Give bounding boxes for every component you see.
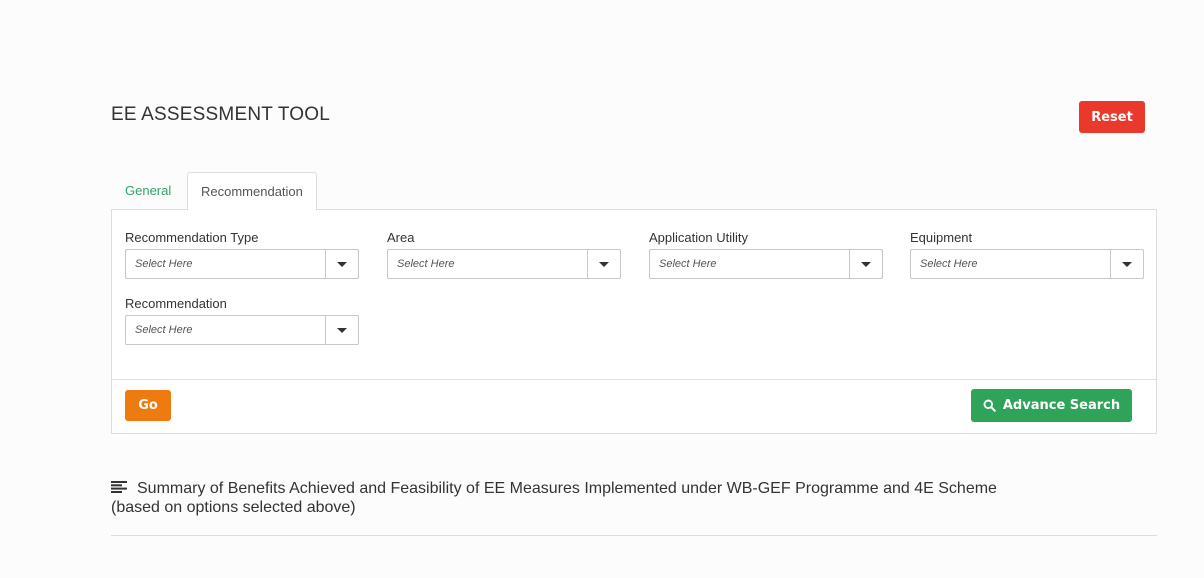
application-utility-value: Select Here xyxy=(659,258,717,270)
recommendation-type-label: Recommendation Type xyxy=(125,230,259,245)
summary-heading: Summary of Benefits Achieved and Feasibi… xyxy=(111,479,997,517)
recommendation-type-value: Select Here xyxy=(135,258,193,270)
page: EE ASSESSMENT TOOL Reset General Recomme… xyxy=(0,0,1204,578)
recommendation-type-select[interactable]: Select Here xyxy=(125,249,359,279)
recommendation-value: Select Here xyxy=(135,324,193,336)
application-utility-field: Application Utility Select Here xyxy=(649,230,883,279)
summary-subtitle: (based on options selected above) xyxy=(111,499,356,516)
recommendation-select[interactable]: Select Here xyxy=(125,315,359,345)
reset-button[interactable]: Reset xyxy=(1079,101,1145,133)
advance-search-button[interactable]: Advance Search xyxy=(971,389,1132,422)
area-select[interactable]: Select Here xyxy=(387,249,621,279)
recommendation-type-field: Recommendation Type Select Here xyxy=(125,230,359,279)
caret-down-icon xyxy=(861,261,871,267)
application-utility-select[interactable]: Select Here xyxy=(649,249,883,279)
recommendation-type-dropdown-toggle[interactable] xyxy=(325,250,358,278)
caret-down-icon xyxy=(599,261,609,267)
recommendation-panel: Recommendation Type Select Here Area Sel… xyxy=(111,209,1157,434)
equipment-value: Select Here xyxy=(920,258,978,270)
caret-down-icon xyxy=(337,327,347,333)
align-left-icon xyxy=(111,481,127,493)
section-divider xyxy=(111,535,1157,536)
summary-title: Summary of Benefits Achieved and Feasibi… xyxy=(137,480,997,497)
equipment-select[interactable]: Select Here xyxy=(910,249,1144,279)
equipment-dropdown-toggle[interactable] xyxy=(1110,250,1143,278)
equipment-label: Equipment xyxy=(910,230,973,245)
equipment-field: Equipment Select Here xyxy=(910,230,1144,279)
page-title: EE ASSESSMENT TOOL xyxy=(111,104,331,125)
tab-recommendation[interactable]: Recommendation xyxy=(187,172,317,211)
recommendation-field: Recommendation Select Here xyxy=(125,296,359,345)
application-utility-dropdown-toggle[interactable] xyxy=(849,250,882,278)
tab-bar: General Recommendation xyxy=(111,172,317,211)
tab-general[interactable]: General xyxy=(111,172,187,209)
recommendation-dropdown-toggle[interactable] xyxy=(325,316,358,344)
advance-search-label: Advance Search xyxy=(1002,398,1121,413)
application-utility-label: Application Utility xyxy=(649,230,748,245)
caret-down-icon xyxy=(337,261,347,267)
area-label: Area xyxy=(387,230,415,245)
area-dropdown-toggle[interactable] xyxy=(587,250,620,278)
panel-divider xyxy=(112,379,1156,380)
area-value: Select Here xyxy=(397,258,455,270)
recommendation-label: Recommendation xyxy=(125,296,227,311)
caret-down-icon xyxy=(1122,261,1132,267)
area-field: Area Select Here xyxy=(387,230,621,279)
search-icon xyxy=(983,399,996,412)
go-button[interactable]: Go xyxy=(125,390,171,421)
